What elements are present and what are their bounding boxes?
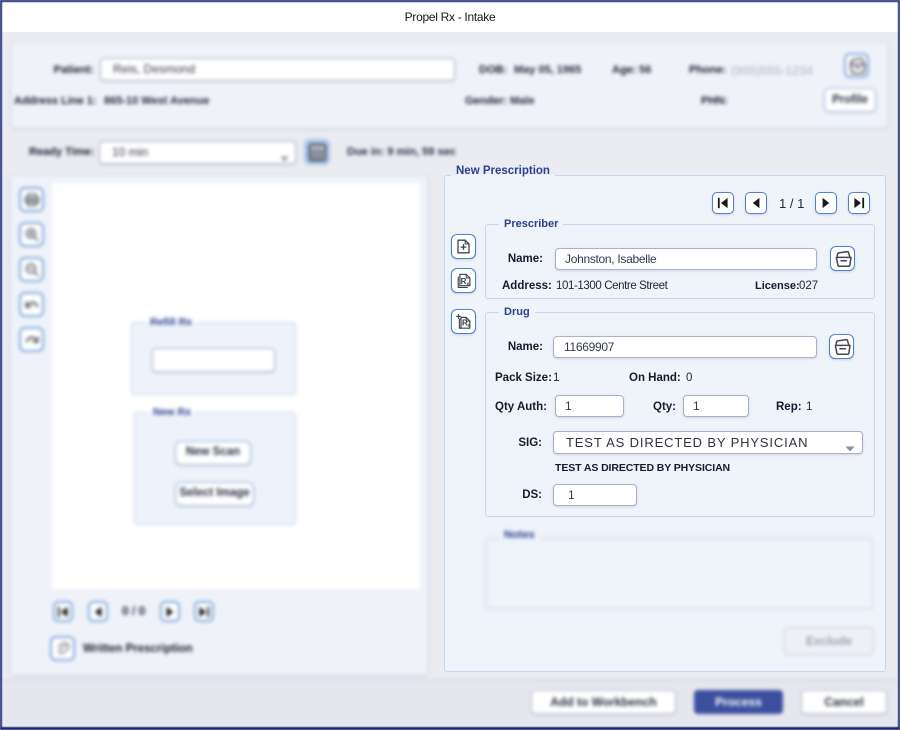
svg-text:x: x <box>467 323 471 329</box>
